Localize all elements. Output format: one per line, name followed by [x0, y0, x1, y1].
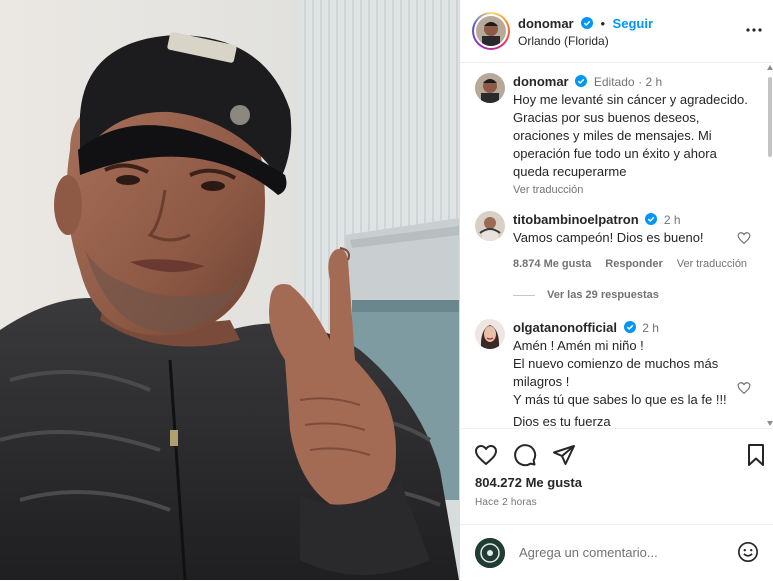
scroll-down-arrow[interactable] — [767, 421, 773, 426]
comment-text-partial: Dios es tu fuerza — [513, 414, 611, 428]
reply-button[interactable]: Responder — [605, 258, 662, 270]
scroll-up-arrow[interactable] — [767, 65, 773, 70]
viewer-avatar — [475, 538, 505, 568]
comment-item: titobambinoelpatron 2 h Vamos campeón! D… — [513, 211, 753, 273]
caption: donomar Editado · 2 h Hoy me levanté sin… — [513, 73, 753, 199]
caption-username[interactable]: donomar — [513, 74, 569, 89]
likes-count[interactable]: 804.272 Me gusta — [475, 475, 582, 490]
comment-avatar[interactable] — [475, 211, 505, 241]
verified-badge-icon — [575, 75, 588, 87]
separator-dot: • — [600, 16, 606, 31]
comment-avatar[interactable] — [475, 319, 505, 349]
comment-item: olgatanonofficial 2 h Amén ! Amén mi niñ… — [513, 319, 753, 428]
author-username[interactable]: donomar — [518, 16, 574, 31]
comment-text: Vamos campeón! Dios es bueno! — [513, 230, 704, 245]
comment-like-icon[interactable] — [737, 231, 751, 245]
verified-badge-icon — [623, 321, 636, 333]
comment-bubble-icon[interactable] — [513, 443, 537, 467]
comment-username[interactable]: olgatanonofficial — [513, 320, 617, 335]
heart-icon[interactable] — [474, 443, 498, 467]
comment-likes[interactable]: 8.874 Me gusta — [513, 258, 591, 270]
comment-translate-link[interactable]: Ver traducción — [677, 258, 747, 270]
comment-username[interactable]: titobambinoelpatron — [513, 212, 639, 227]
comments-list[interactable]: donomar Editado · 2 h Hoy me levanté sin… — [460, 63, 766, 428]
caption-text: Hoy me levanté sin cáncer y agradecido. … — [513, 92, 748, 179]
verified-badge-icon — [581, 17, 594, 29]
post-location[interactable]: Orlando (Florida) — [518, 34, 609, 48]
emoji-icon[interactable] — [737, 541, 759, 563]
verified-badge-icon — [645, 213, 658, 225]
post-photo[interactable] — [0, 0, 459, 580]
author-avatar[interactable] — [472, 12, 510, 50]
caption-translate-link[interactable]: Ver traducción — [513, 181, 753, 199]
post-time: Hace 2 horas — [475, 497, 537, 508]
comment-text: Amén ! Amén mi niño ! El nuevo comienzo … — [513, 338, 727, 407]
comments-scrollbar[interactable] — [766, 63, 773, 428]
scroll-thumb[interactable] — [768, 77, 772, 157]
add-comment-bar — [460, 524, 773, 581]
view-replies-link[interactable]: Ver las 29 respuestas — [513, 289, 659, 301]
post-header: donomar • Seguir Orlando (Florida) — [460, 0, 773, 63]
comment-like-icon[interactable] — [737, 381, 751, 395]
comment-time: 2 h — [642, 321, 659, 335]
comment-input[interactable] — [517, 541, 721, 563]
post-details-panel: donomar • Seguir Orlando (Florida) donom… — [459, 0, 773, 580]
selfie-image — [0, 0, 459, 580]
bookmark-icon[interactable] — [744, 443, 768, 467]
caption-time: 2 h — [645, 75, 663, 89]
comment-time: 2 h — [663, 213, 681, 227]
more-options-icon[interactable] — [744, 20, 764, 40]
follow-button[interactable]: Seguir — [613, 16, 653, 31]
caption-avatar[interactable] — [475, 73, 505, 103]
edited-label: Editado — [593, 75, 635, 89]
paper-plane-icon[interactable] — [552, 443, 576, 467]
